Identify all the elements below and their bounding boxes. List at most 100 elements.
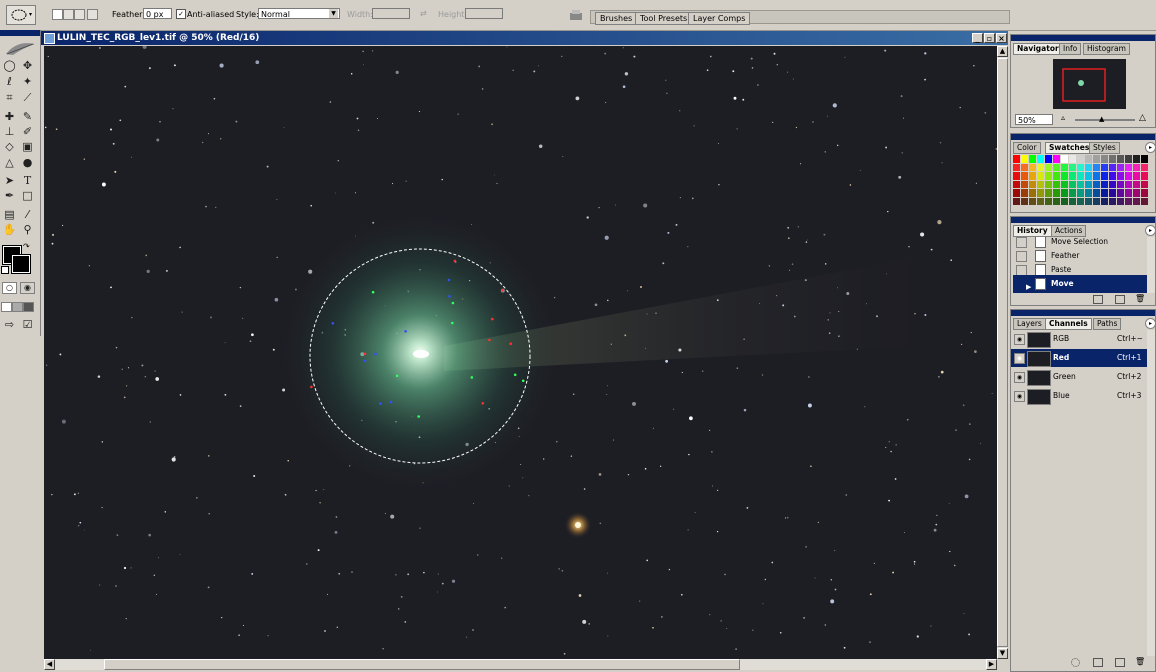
color-swatch[interactable] [1053,180,1060,188]
tab-styles[interactable]: Styles [1089,142,1120,154]
color-swatch[interactable] [1053,163,1060,171]
color-swatch[interactable] [1013,155,1020,163]
color-swatch[interactable] [1133,155,1140,163]
zoom-slider-thumb[interactable]: ▲ [1099,115,1104,123]
horizontal-scroll-thumb[interactable] [104,659,740,670]
color-swatch[interactable] [1077,163,1084,171]
lasso-tool-icon[interactable]: ℓ [2,75,17,89]
channel-row-blue[interactable]: ◉ Blue Ctrl+3 [1011,387,1147,405]
history-brush-tool-icon[interactable]: ✐ [20,125,35,139]
color-swatch[interactable] [1109,172,1116,180]
close-button[interactable]: × [996,33,1007,43]
blur-tool-icon[interactable]: △ [2,156,17,170]
color-swatch[interactable] [1141,155,1148,163]
tab-swatches[interactable]: Swatches [1045,142,1094,154]
scroll-left-icon[interactable]: ◀ [44,659,55,670]
swap-colors-icon[interactable]: ↷ [23,242,30,251]
height-input[interactable] [465,8,503,19]
color-swatch[interactable] [1077,172,1084,180]
color-swatch[interactable] [1141,197,1148,205]
shape-tool-icon[interactable]: □ [20,189,35,203]
quick-mask-mode-icon[interactable]: ◉ [20,282,35,294]
history-state-slider-icon[interactable]: ▶ [1026,278,1031,293]
channel-row-green[interactable]: ◉ Green Ctrl+2 [1011,368,1147,386]
feather-logo-icon[interactable] [3,38,37,58]
new-document-from-state-icon[interactable] [1093,295,1103,304]
tab-layers[interactable]: Layers [1013,318,1046,330]
color-swatch[interactable] [1117,172,1124,180]
panel-menu-icon[interactable]: ▸ [1145,318,1156,329]
color-swatch[interactable] [1053,197,1060,205]
color-swatch[interactable] [1093,197,1100,205]
zoom-slider[interactable]: ▲ [1075,115,1135,123]
navigator-zoom-input[interactable]: 50% [1015,114,1053,125]
document-title-bar[interactable]: LULIN_TEC_RGB_lev1.tif @ 50% (Red/16) _ … [41,31,1008,45]
tab-info[interactable]: Info [1059,43,1082,55]
color-swatch[interactable] [1117,155,1124,163]
new-selection-icon[interactable] [52,9,63,20]
color-swatch[interactable] [1013,180,1020,188]
scroll-down-icon[interactable]: ▼ [997,648,1008,659]
color-swatch[interactable] [1125,155,1132,163]
zoom-in-icon[interactable]: △ [1139,113,1146,123]
color-swatch[interactable] [1141,189,1148,197]
color-swatch[interactable] [1093,155,1100,163]
color-swatch[interactable] [1133,172,1140,180]
color-swatch[interactable] [1037,197,1044,205]
color-swatch[interactable] [1069,189,1076,197]
path-selection-tool-icon[interactable]: ➤ [2,174,17,188]
color-swatch[interactable] [1037,163,1044,171]
color-swatch[interactable] [1069,172,1076,180]
color-swatch[interactable] [1053,189,1060,197]
color-swatch[interactable] [1069,163,1076,171]
imageready-icon[interactable]: ☑ [20,318,35,332]
history-item-current[interactable]: ▶ Move [1013,275,1149,293]
color-swatch[interactable] [1077,180,1084,188]
color-swatch[interactable] [1133,180,1140,188]
crop-tool-icon[interactable]: ⌗ [2,91,17,105]
eyedropper-tool-icon[interactable]: ⁄ [20,208,35,222]
tab-paths[interactable]: Paths [1093,318,1122,330]
color-swatch[interactable] [1109,197,1116,205]
clone-stamp-tool-icon[interactable]: ⊥ [2,125,17,139]
visibility-eye-icon[interactable]: ◉ [1014,372,1025,383]
color-swatch[interactable] [1045,155,1052,163]
move-tool-icon[interactable]: ✥ [20,59,35,73]
type-tool-icon[interactable]: T [20,174,35,188]
notes-tool-icon[interactable]: ▤ [2,208,17,222]
minimize-button[interactable]: _ [972,33,983,43]
panel-title-bar[interactable] [1011,134,1155,140]
restore-button[interactable]: ▫ [984,33,995,43]
panel-title-bar[interactable] [1011,217,1155,223]
color-swatch[interactable] [1101,189,1108,197]
color-swatch[interactable] [1021,163,1028,171]
color-swatch[interactable] [1117,180,1124,188]
color-swatch[interactable] [1093,180,1100,188]
subtract-from-selection-icon[interactable] [74,9,85,20]
tab-color[interactable]: Color [1013,142,1041,154]
tab-navigator[interactable]: Navigator [1013,43,1063,55]
color-swatch[interactable] [1013,189,1020,197]
panel-menu-icon[interactable]: ▸ [1145,225,1156,236]
color-swatch[interactable] [1029,155,1036,163]
vertical-scrollbar[interactable]: ▲ ▼ [997,46,1008,659]
load-channel-as-selection-icon[interactable] [1071,658,1080,667]
screen-mode-menu-icon[interactable] [12,302,23,312]
color-swatch[interactable] [1053,155,1060,163]
color-swatch[interactable] [1053,172,1060,180]
color-swatch[interactable] [1045,180,1052,188]
delete-channel-icon[interactable]: 🗑 [1135,657,1145,666]
panel-title-bar[interactable] [1011,35,1155,41]
panel-menu-icon[interactable]: ▸ [1145,142,1156,153]
swap-dimensions-icon[interactable]: ⇄ [420,9,427,18]
style-select[interactable]: Normal ▼ [258,8,340,19]
color-swatch[interactable] [1117,197,1124,205]
jump-to-imageready-icon[interactable]: ⇨ [2,318,17,332]
visibility-eye-icon[interactable]: ◉ [1014,334,1025,345]
color-swatch[interactable] [1021,155,1028,163]
color-swatch[interactable] [1133,163,1140,171]
visibility-eye-icon[interactable]: ◉ [1014,353,1025,364]
color-swatch[interactable] [1069,197,1076,205]
color-swatch[interactable] [1109,180,1116,188]
color-swatch[interactable] [1021,189,1028,197]
